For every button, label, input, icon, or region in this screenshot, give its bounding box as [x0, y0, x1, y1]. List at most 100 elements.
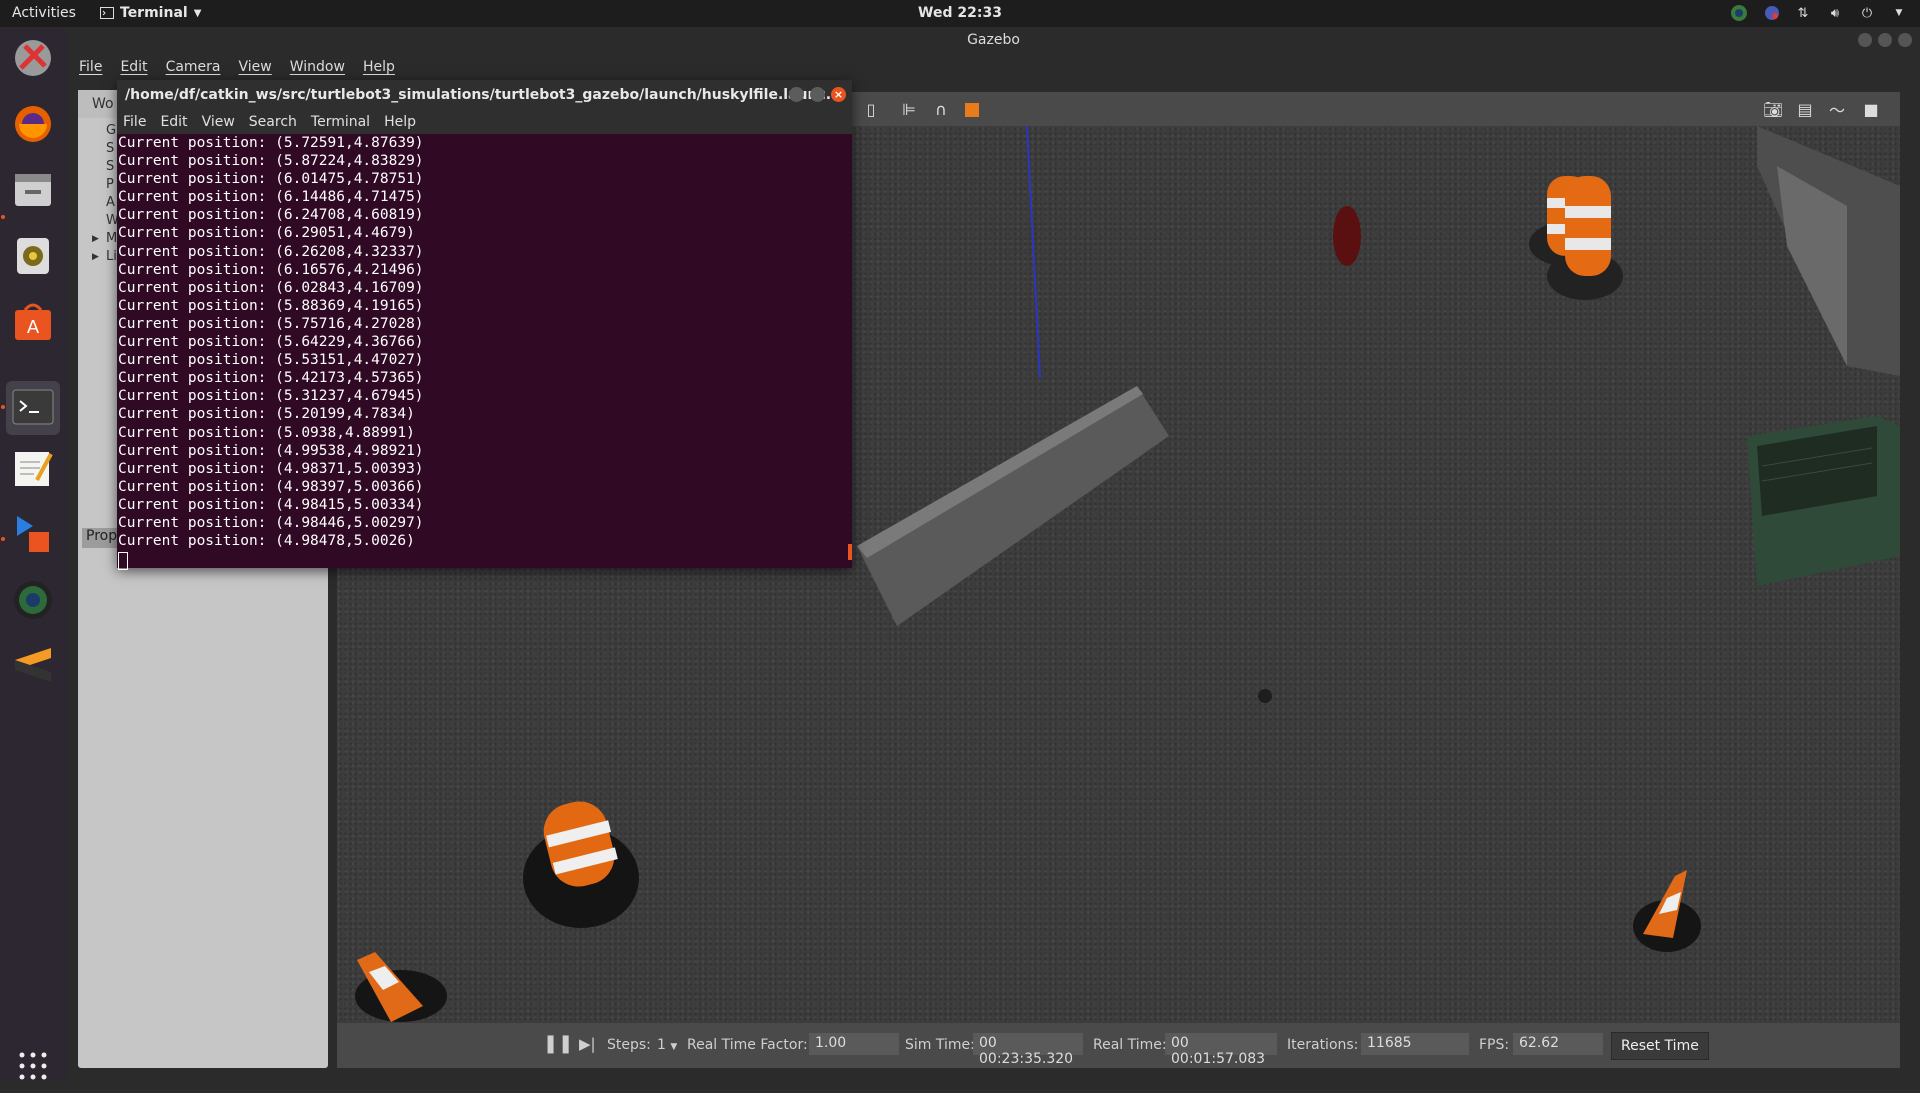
gazebo-titlebar[interactable]: Gazebo — [67, 27, 1920, 53]
sublime-icon — [15, 648, 51, 682]
tree-item[interactable]: A — [88, 194, 119, 212]
align-icon[interactable]: ⊫ — [898, 98, 920, 120]
gazebo-title: Gazebo — [967, 32, 1020, 48]
fps-label: FPS: — [1479, 1037, 1510, 1053]
output-line: Current position: (5.0938,4.88991) — [118, 424, 415, 441]
close-button[interactable] — [1898, 33, 1912, 47]
screenshot-icon[interactable]: 📷︎ — [1762, 98, 1784, 120]
tree-item[interactable]: S — [88, 140, 119, 158]
chevron-down-icon: ▼ — [670, 1042, 678, 1052]
scroll-indicator[interactable] — [848, 544, 852, 560]
tree-item[interactable]: P — [88, 176, 119, 194]
video-record-icon[interactable]: ■ — [1860, 98, 1882, 120]
minimize-button[interactable] — [1858, 33, 1872, 47]
menu-edit[interactable]: Edit — [120, 59, 147, 75]
menu-file[interactable]: File — [123, 114, 146, 130]
output-line: Current position: (4.98446,5.00297) — [118, 514, 424, 531]
pause-icon[interactable]: ❚❚ — [543, 1033, 573, 1054]
dock-terminal[interactable] — [6, 381, 60, 435]
terminal-title: /home/df/catkin_ws/src/turtlebot3_simula… — [125, 87, 842, 103]
menu-camera[interactable]: Camera — [166, 59, 221, 75]
app-menu[interactable]: Terminal ▼ — [100, 5, 201, 21]
snap-icon[interactable]: ∩ — [930, 98, 952, 120]
app-menu-label: Terminal — [120, 5, 188, 21]
output-line: Current position: (6.29051,4.4679) — [118, 225, 415, 242]
menu-help[interactable]: Help — [384, 114, 416, 130]
terminal-titlebar[interactable]: /home/df/catkin_ws/src/turtlebot3_simula… — [117, 80, 852, 110]
system-monitor-icon[interactable] — [1730, 4, 1748, 22]
dumpster — [1747, 416, 1900, 586]
iterations-field: 11685 — [1361, 1033, 1469, 1055]
traffic-cone — [355, 952, 447, 1022]
dock-software[interactable]: A — [6, 295, 60, 349]
activities-button[interactable]: Activities — [12, 5, 76, 21]
menu-view[interactable]: View — [202, 114, 235, 130]
copy-icon[interactable]: ▯ — [860, 98, 882, 120]
tree-item-models[interactable]: ▶ M — [88, 230, 119, 248]
output-line: Current position: (5.53151,4.47027) — [118, 352, 424, 369]
menu-search[interactable]: Search — [249, 114, 297, 130]
plot-icon[interactable]: 〜 — [1826, 98, 1848, 120]
text-cursor — [118, 552, 128, 571]
dock-show-apps[interactable] — [6, 1039, 60, 1093]
volume-icon[interactable]: 🔊︎ — [1826, 4, 1844, 22]
maximize-button[interactable] — [1878, 33, 1892, 47]
dock-ros-tools[interactable] — [6, 31, 60, 85]
output-line: Current position: (4.98478,5.0026) — [118, 533, 415, 550]
steps-label: Steps: — [607, 1037, 651, 1053]
dock-vlc[interactable] — [6, 507, 60, 561]
tree-item[interactable]: G — [88, 122, 119, 140]
menu-window[interactable]: Window — [290, 59, 345, 75]
webcam-icon — [14, 581, 52, 619]
notification-icon[interactable] — [1762, 4, 1780, 22]
power-icon[interactable]: ⏻ — [1858, 4, 1876, 22]
output-line: Current position: (4.98415,5.00334) — [118, 496, 424, 513]
output-line: Current position: (6.26208,4.32337) — [118, 243, 424, 260]
pothole — [1258, 689, 1272, 703]
expand-arrow-icon[interactable]: ▶ — [92, 230, 99, 248]
menu-view[interactable]: View — [239, 59, 272, 75]
vlc-icon — [17, 516, 49, 552]
dock: A — [0, 27, 67, 1080]
menu-edit[interactable]: Edit — [160, 114, 187, 130]
network-icon[interactable]: ⇅ — [1794, 4, 1812, 22]
dock-text-editor[interactable] — [6, 441, 60, 495]
rhythmbox-icon — [17, 238, 49, 274]
shape-icon[interactable] — [962, 98, 984, 120]
tree-item[interactable]: S — [88, 158, 119, 176]
minimize-button[interactable] — [789, 87, 804, 102]
dock-sublime[interactable] — [6, 639, 60, 693]
steps-value[interactable]: 1 ▼ — [657, 1037, 677, 1053]
show-apps-icon — [19, 1052, 47, 1080]
output-line: Current position: (5.64229,4.36766) — [118, 334, 424, 351]
chevron-down-icon[interactable]: ▼ — [1890, 4, 1908, 22]
expand-arrow-icon[interactable]: ▶ — [92, 248, 99, 266]
clock[interactable]: Wed 22:33 — [918, 5, 1002, 21]
firefox-icon — [15, 106, 51, 142]
dock-files[interactable] — [6, 163, 60, 217]
dock-rhythmbox[interactable] — [6, 229, 60, 283]
terminal-output[interactable]: Current position: (5.72591,4.87639) Curr… — [117, 134, 852, 571]
sim-time-field: 00 00:23:35.320 — [973, 1033, 1083, 1067]
dock-webcam[interactable] — [6, 573, 60, 627]
menu-help[interactable]: Help — [363, 59, 395, 75]
output-line: Current position: (5.72591,4.87639) — [118, 135, 424, 151]
axis-line — [1026, 126, 1041, 379]
tree-item-lights[interactable]: ▶ Li — [88, 248, 119, 266]
reset-time-button[interactable]: Reset Time — [1611, 1032, 1709, 1060]
close-button[interactable]: × — [831, 87, 846, 102]
iterations-label: Iterations: — [1287, 1037, 1359, 1053]
output-line: Current position: (6.24708,4.60819) — [118, 207, 424, 224]
tree-item[interactable]: W — [88, 212, 119, 230]
menu-file[interactable]: File — [79, 59, 102, 75]
fire-hydrant — [1333, 206, 1361, 266]
dock-firefox[interactable] — [6, 97, 60, 151]
log-icon[interactable]: ▤ — [1794, 98, 1816, 120]
output-line: Current position: (5.75716,4.27028) — [118, 315, 424, 332]
ros-tools-icon — [15, 40, 51, 76]
top-bar: Activities Terminal ▼ Wed 22:33 ⇅ 🔊︎ ⏻ ▼ — [0, 0, 1920, 27]
menu-terminal[interactable]: Terminal — [311, 114, 370, 130]
step-icon[interactable]: ▶| — [579, 1035, 596, 1053]
maximize-button[interactable] — [810, 87, 825, 102]
fps-field: 62.62 — [1513, 1033, 1603, 1055]
